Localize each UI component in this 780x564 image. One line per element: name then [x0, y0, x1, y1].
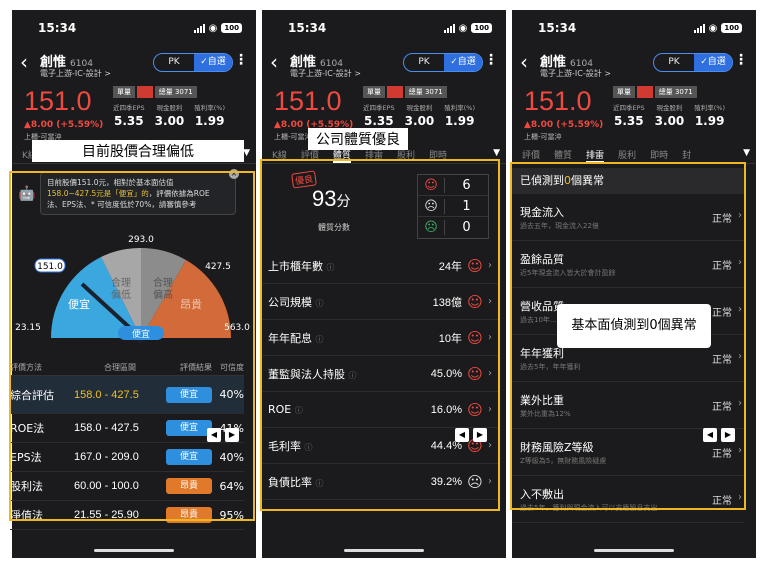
status-bar: 15:34 ◉ 100 — [262, 10, 506, 46]
metric-yield: 殖利率(%) 1.99 — [694, 104, 726, 128]
stock-industry[interactable]: 電子上游-IC-設計 > — [40, 68, 111, 79]
stock-industry[interactable]: 電子上游-IC-設計 > — [290, 68, 361, 79]
stock-price: 151.0 — [524, 86, 592, 116]
battery-icon: 100 — [471, 23, 492, 33]
wifi-icon: ◉ — [458, 22, 468, 34]
tag-total-volume: 總量 3071 — [654, 86, 697, 98]
status-bar: 15:34 ◉ 100 — [12, 10, 256, 46]
tab-risk[interactable]: 排雷 — [586, 148, 605, 163]
pk-button[interactable]: PK — [154, 54, 194, 71]
pk-watch-toggle[interactable]: PK ✓自選 — [403, 53, 483, 72]
tab-more[interactable]: 封 — [682, 148, 691, 163]
pk-watch-toggle[interactable]: PK ✓自選 — [153, 53, 233, 72]
battery-icon: 100 — [221, 23, 242, 33]
pk-button[interactable]: PK — [654, 54, 694, 71]
status-time: 15:34 — [38, 21, 77, 35]
chevron-down-icon[interactable]: ▼ — [243, 148, 250, 158]
page-nav-buttons[interactable]: ◀ ▶ — [207, 428, 239, 442]
nav-prev-icon: ◀ — [703, 428, 717, 442]
nav-prev-icon: ◀ — [207, 428, 221, 442]
more-icon[interactable]: ⋮ — [484, 52, 498, 68]
battery-icon: 100 — [721, 23, 742, 33]
back-icon[interactable]: ‹ — [270, 50, 278, 74]
price-change: ▲8.00 (+5.59%) — [524, 120, 604, 130]
metric-dividend: 現金股利 3.00 — [404, 104, 435, 128]
metric-eps: 近四季EPS 5.35 — [363, 104, 395, 128]
tag-total-volume: 總量 3071 — [404, 86, 447, 98]
page-nav-buttons[interactable]: ◀ ▶ — [455, 428, 487, 442]
status-time: 15:34 — [288, 21, 327, 35]
callout-valuation: 目前股價合理偏低 — [32, 140, 244, 162]
more-icon[interactable]: ⋮ — [734, 52, 748, 68]
home-indicator — [344, 549, 424, 552]
chevron-down-icon[interactable]: ▼ — [493, 148, 500, 158]
tag-single-volume: 單量 — [113, 86, 135, 98]
home-indicator — [94, 549, 174, 552]
stock-industry[interactable]: 電子上游-IC-設計 > — [540, 68, 611, 79]
metric-dividend: 現金股利 3.00 — [654, 104, 685, 128]
highlight-frame — [260, 159, 500, 511]
wifi-icon: ◉ — [708, 22, 718, 34]
metric-eps: 近四季EPS 5.35 — [113, 104, 145, 128]
metric-yield: 殖利率(%) 1.99 — [194, 104, 226, 128]
pk-watch-toggle[interactable]: PK ✓自選 — [653, 53, 733, 72]
signal-icon — [693, 23, 705, 33]
watchlist-button[interactable]: ✓自選 — [694, 54, 732, 71]
home-indicator — [594, 549, 674, 552]
signal-icon — [193, 23, 205, 33]
back-icon[interactable]: ‹ — [20, 50, 28, 74]
chevron-down-icon[interactable]: ▼ — [743, 148, 750, 158]
wifi-icon: ◉ — [208, 22, 218, 34]
watchlist-button[interactable]: ✓自選 — [444, 54, 482, 71]
signal-icon — [443, 23, 455, 33]
tab-quality[interactable]: 體質 — [554, 148, 572, 163]
tag-total-volume: 總量 3071 — [154, 86, 197, 98]
nav-prev-icon: ◀ — [455, 428, 469, 442]
status-bar: 15:34 ◉ 100 — [512, 10, 756, 46]
callout-quality: 公司體質優良 — [308, 128, 408, 150]
nav-next-icon: ▶ — [473, 428, 487, 442]
nav-next-icon: ▶ — [721, 428, 735, 442]
metric-eps: 近四季EPS 5.35 — [613, 104, 645, 128]
pk-button[interactable]: PK — [404, 54, 444, 71]
price-change: ▲8.00 (+5.59%) — [24, 120, 104, 130]
trade-type: 上櫃-可當沖 — [524, 133, 562, 141]
watchlist-button[interactable]: ✓自選 — [194, 54, 232, 71]
trade-type: 上櫃-可當沖 — [274, 133, 312, 141]
page-nav-buttons[interactable]: ◀ ▶ — [703, 428, 735, 442]
more-icon[interactable]: ⋮ — [234, 52, 248, 68]
tab-valuation[interactable]: 評價 — [522, 148, 540, 163]
tab-dividend[interactable]: 股利 — [618, 148, 636, 163]
callout-anomaly: 基本面偵測到0個異常 — [557, 304, 711, 348]
metric-yield: 殖利率(%) 1.99 — [444, 104, 476, 128]
back-icon[interactable]: ‹ — [520, 50, 528, 74]
status-time: 15:34 — [538, 21, 577, 35]
highlight-frame — [9, 171, 255, 521]
nav-next-icon: ▶ — [225, 428, 239, 442]
metric-dividend: 現金股利 3.00 — [154, 104, 185, 128]
stock-price: 151.0 — [274, 86, 342, 116]
stock-price: 151.0 — [24, 86, 92, 116]
tab-realtime[interactable]: 即時 — [650, 148, 668, 163]
tag-single-volume: 單量 — [363, 86, 385, 98]
tag-single-volume: 單量 — [613, 86, 635, 98]
